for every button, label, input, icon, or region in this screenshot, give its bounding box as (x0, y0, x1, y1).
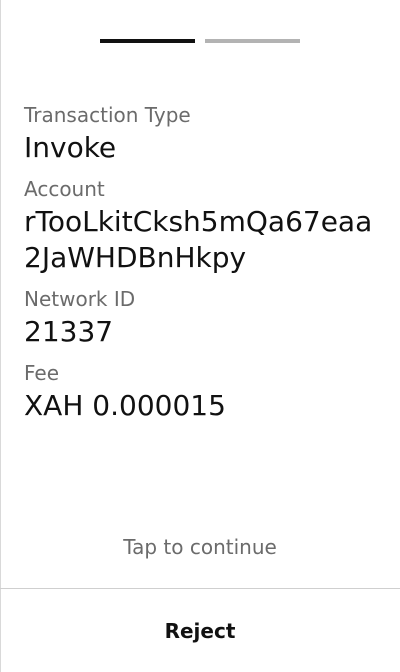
step-indicator-active (100, 39, 195, 43)
network-id-value: 21337 (24, 315, 114, 348)
transaction-details: Transaction Type Invoke Account rTooLkit… (24, 100, 376, 424)
field-network-id: Network ID 21337 (24, 284, 376, 350)
account-label: Account (24, 177, 105, 201)
transaction-type-value: Invoke (24, 131, 117, 164)
account-value: rTooLkitCksh5mQa67eaa2JaWHDBnHkpy (24, 205, 373, 274)
fee-label: Fee (24, 361, 60, 385)
field-fee: Fee XAH 0.000015 (24, 358, 376, 424)
screen-left-edge (0, 0, 1, 672)
fee-value: XAH 0.000015 (24, 389, 226, 422)
reject-button[interactable]: Reject (0, 589, 400, 672)
step-indicator (100, 39, 300, 43)
network-id-label: Network ID (24, 287, 136, 311)
step-indicator-inactive (205, 39, 300, 43)
tap-to-continue-prompt[interactable]: Tap to continue (0, 532, 400, 562)
field-transaction-type: Transaction Type Invoke (24, 100, 376, 166)
field-account: Account rTooLkitCksh5mQa67eaa2JaWHDBnHkp… (24, 174, 376, 276)
transaction-type-label: Transaction Type (24, 103, 191, 127)
